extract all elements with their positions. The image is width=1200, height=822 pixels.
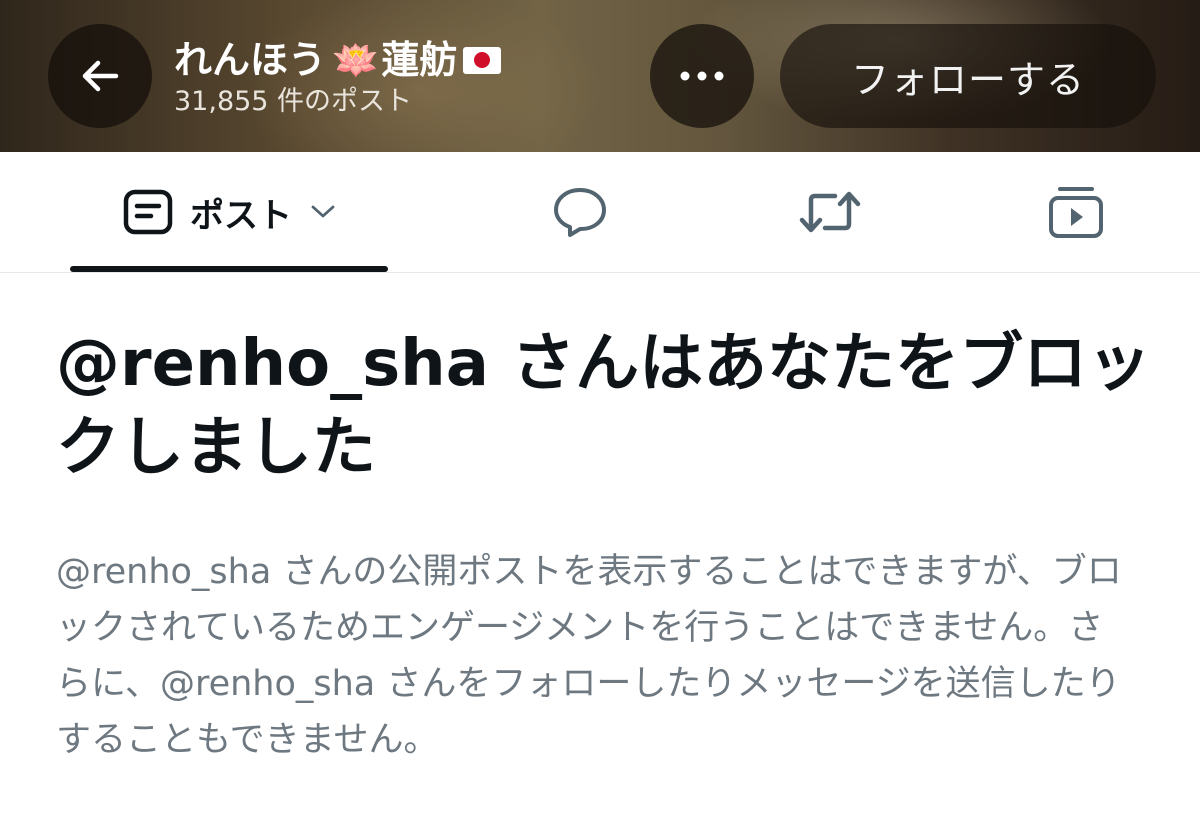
tab-replies[interactable]: [530, 152, 630, 272]
display-name-text: れんほう: [174, 38, 327, 82]
tab-media[interactable]: [1026, 152, 1126, 272]
tab-posts[interactable]: ポスト: [70, 152, 388, 272]
japan-flag-icon: [463, 46, 502, 74]
active-tab-indicator: [70, 266, 388, 272]
profile-tabs: ポスト: [0, 152, 1200, 273]
repost-icon: [799, 191, 861, 233]
blocked-title: @renho_sha さんはあなたをブロックしました: [56, 327, 1152, 485]
back-button[interactable]: [48, 24, 152, 128]
blocked-description: @renho_sha さんの公開ポストを表示することはできますが、ブロックされて…: [56, 552, 1122, 760]
tab-reposts[interactable]: [780, 152, 880, 272]
more-horizontal-icon: [680, 71, 724, 81]
reply-icon: [554, 188, 606, 237]
profile-display-name: れんほう 🪷 蓮舫: [174, 36, 502, 84]
more-options-button[interactable]: [650, 24, 754, 128]
lotus-emoji: 🪷: [332, 38, 380, 82]
tab-posts-label: ポスト: [190, 195, 292, 236]
posts-icon: [123, 189, 173, 235]
profile-header: れんほう 🪷 蓮舫 31,855 件のポスト フォローする: [0, 0, 1200, 152]
chevron-down-icon: [311, 205, 335, 218]
arrow-left-icon: [82, 60, 119, 92]
post-count: 31,855 件のポスト: [174, 86, 413, 117]
follow-button[interactable]: フォローする: [780, 24, 1156, 128]
media-icon: [1049, 187, 1103, 238]
profile-name-block: れんほう 🪷 蓮舫 31,855 件のポスト: [174, 36, 502, 120]
display-name-suffix: 蓮舫: [381, 38, 458, 82]
